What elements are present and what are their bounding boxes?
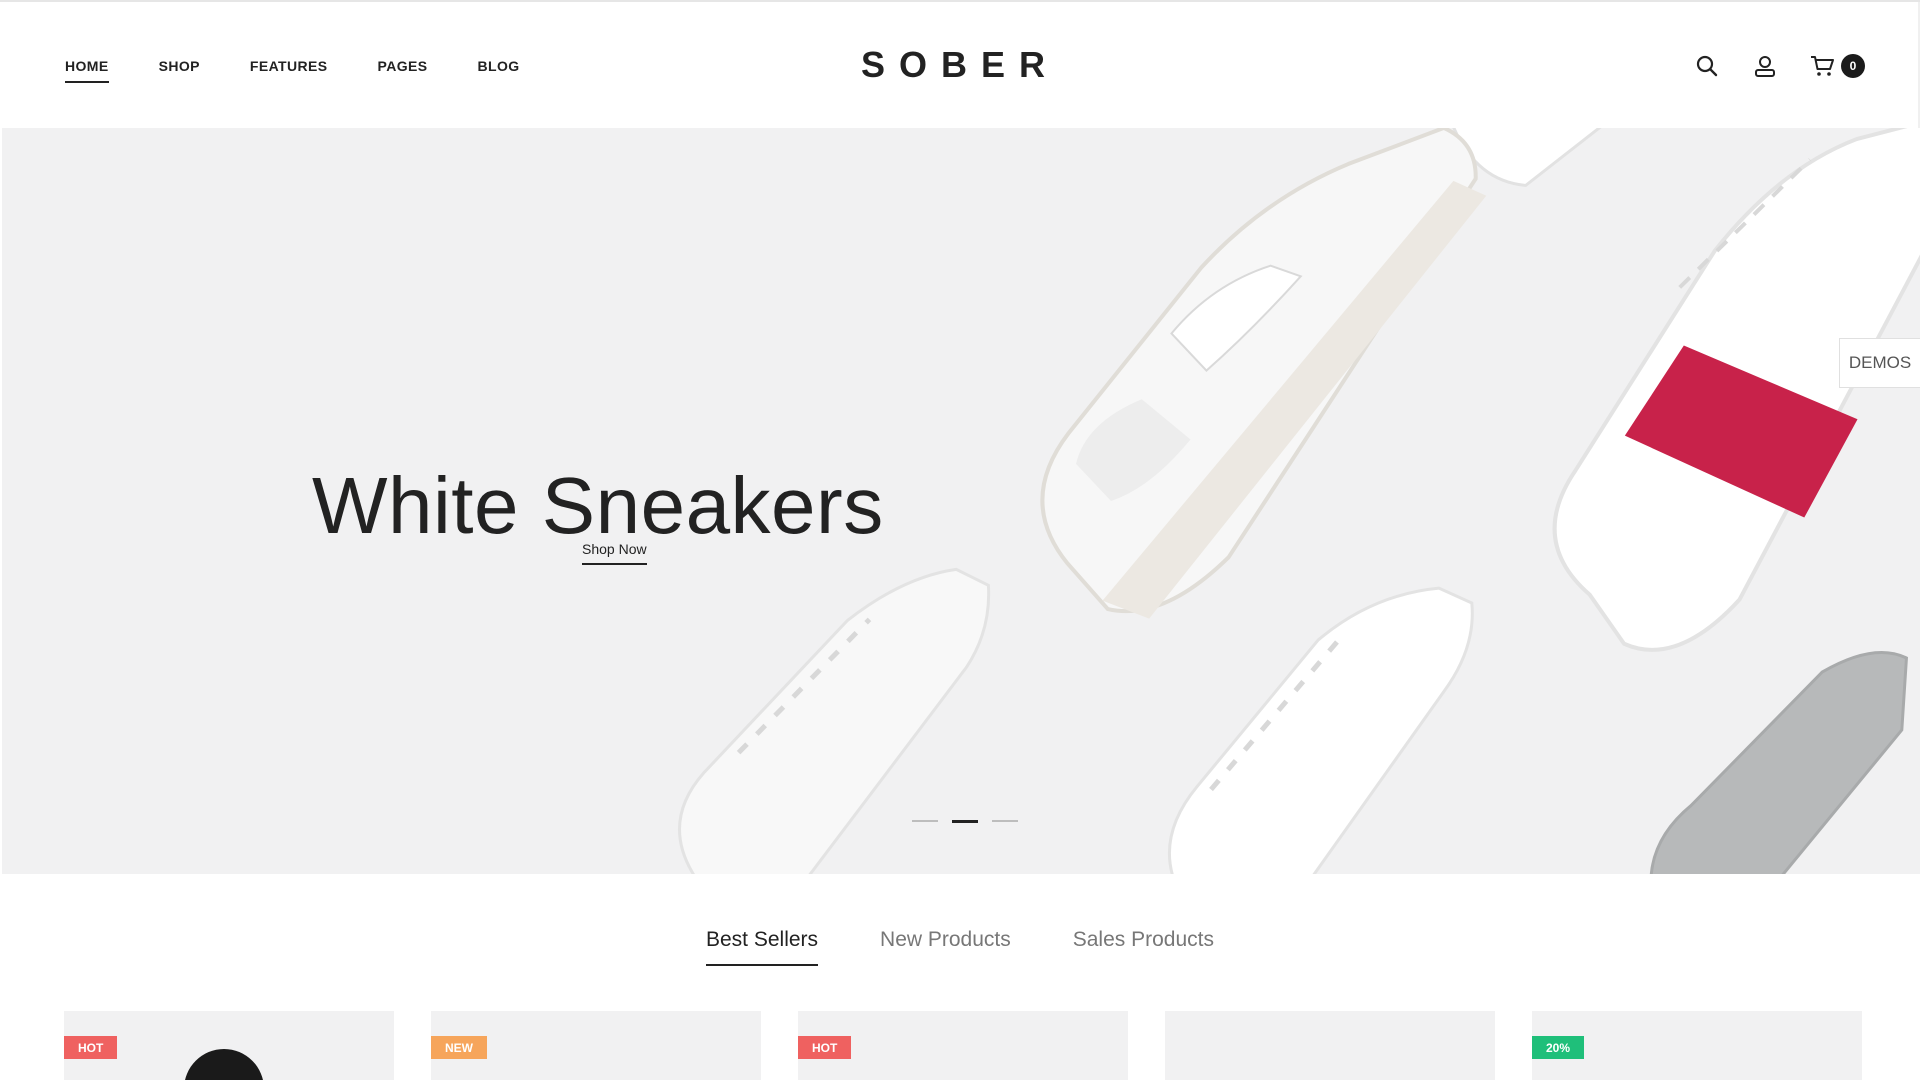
product-tabs: Best Sellers New Products Sales Products xyxy=(0,928,1920,966)
demos-button[interactable]: DEMOS xyxy=(1839,338,1920,388)
search-icon[interactable] xyxy=(1693,52,1721,80)
site-logo[interactable]: SOBER xyxy=(0,44,1920,86)
header-actions: 0 xyxy=(1693,52,1865,80)
product-badge: 20% xyxy=(1532,1036,1585,1059)
tab-best-sellers[interactable]: Best Sellers xyxy=(705,928,819,966)
hero-slider: White Sneakers Shop Now DEMOS xyxy=(2,128,1920,874)
product-card[interactable] xyxy=(1165,1011,1495,1080)
product-badge: HOT xyxy=(64,1036,118,1059)
cart-button[interactable]: 0 xyxy=(1809,52,1865,80)
product-card[interactable]: HOT xyxy=(798,1011,1128,1080)
cart-count-badge: 0 xyxy=(1841,54,1865,78)
cart-icon[interactable] xyxy=(1809,52,1837,80)
product-grid: HOT NEW HOT 20% xyxy=(64,1011,1864,1080)
hero-sneakers-image xyxy=(678,128,1920,874)
slider-dot-3[interactable] xyxy=(992,820,1018,822)
product-badge: HOT xyxy=(798,1036,852,1059)
product-card[interactable]: HOT xyxy=(64,1011,394,1080)
hero-title: White Sneakers xyxy=(312,460,884,550)
product-badge: NEW xyxy=(431,1036,487,1059)
product-card[interactable]: NEW xyxy=(431,1011,761,1080)
tab-new-products[interactable]: New Products xyxy=(880,928,1011,966)
slider-dot-1[interactable] xyxy=(912,820,938,822)
account-icon[interactable] xyxy=(1751,52,1779,80)
slider-dot-2[interactable] xyxy=(952,820,978,823)
product-card[interactable]: 20% xyxy=(1532,1011,1862,1080)
slider-dots xyxy=(912,820,1018,823)
shop-now-link[interactable]: Shop Now xyxy=(582,541,647,565)
tab-sales-products[interactable]: Sales Products xyxy=(1073,928,1214,966)
site-header: HOME SHOP FEATURES PAGES BLOG SOBER 0 xyxy=(0,2,1920,128)
product-image[interactable] xyxy=(184,1049,264,1080)
